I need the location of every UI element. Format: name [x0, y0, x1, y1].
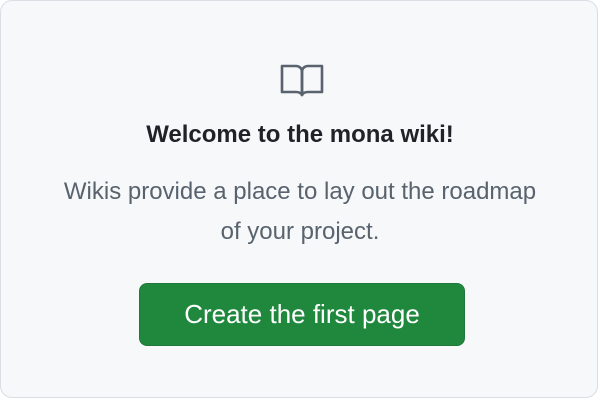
book-icon — [278, 62, 326, 98]
blankslate-title: Welcome to the mona wiki! — [146, 121, 454, 148]
create-first-page-button[interactable]: Create the first page — [139, 283, 465, 346]
blankslate-description: Wikis provide a place to lay out the roa… — [63, 178, 537, 245]
wiki-blankslate: Welcome to the mona wiki! Wikis provide … — [0, 0, 598, 398]
